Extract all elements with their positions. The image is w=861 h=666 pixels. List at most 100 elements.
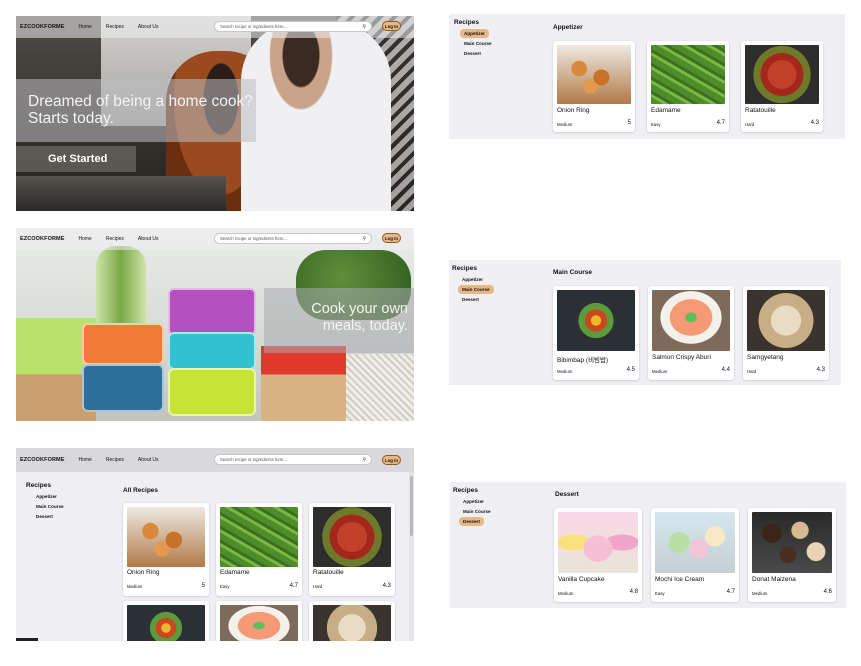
search-placeholder: Search recipe or ingredients here... xyxy=(220,24,288,29)
recipe-image xyxy=(558,512,638,573)
recipe-name: Onion Ring xyxy=(127,569,160,576)
recipe-name: Ratatouille xyxy=(745,107,776,114)
recipe-image xyxy=(127,507,205,567)
recipe-difficulty: Medium xyxy=(558,591,574,596)
recipe-card-samgyetang[interactable]: Samgyetang Hard 4.3 xyxy=(743,286,829,380)
nav-link-about[interactable]: About Us xyxy=(138,236,159,242)
section-title: Appetizer xyxy=(553,24,583,31)
recipe-card-samgyetang[interactable] xyxy=(309,601,395,641)
container-blue xyxy=(82,364,164,412)
stove xyxy=(16,176,226,211)
recipe-difficulty: Medium xyxy=(652,369,668,374)
recipe-name: Edamame xyxy=(651,107,681,114)
section-title: All Recipes xyxy=(123,487,159,494)
recipe-image xyxy=(752,512,832,573)
recipe-card-edamame[interactable]: Edamame Easy 4.7 xyxy=(647,41,729,132)
sidebar-item-dessert[interactable]: Dessert xyxy=(458,295,483,304)
recipe-name: Salmon Crispy Aburi xyxy=(652,354,711,361)
hero-headline: Cook your own meals, today. xyxy=(311,301,408,334)
recipe-image xyxy=(313,507,391,567)
login-button[interactable]: Log In xyxy=(382,233,401,243)
recipe-card-ratatouille[interactable]: Ratatouille Hard 4.3 xyxy=(309,503,395,596)
search-placeholder: Search recipe or ingredients here... xyxy=(220,236,288,241)
recipe-card-bibimbap[interactable] xyxy=(123,601,209,641)
recipe-name: Bibimbap (비빔밥) xyxy=(557,357,609,364)
brand-logo[interactable]: EZCOOKFORME xyxy=(20,24,65,30)
recipe-name: Onion Ring xyxy=(557,107,590,114)
mesh-bag xyxy=(346,354,414,421)
recipe-image xyxy=(652,290,730,351)
recipe-rating: 5 xyxy=(201,583,205,589)
container-orange xyxy=(82,323,164,365)
recipe-image xyxy=(127,605,205,641)
sidebar-item-main-course[interactable]: Main Course xyxy=(458,285,494,294)
recipe-rating: 4.4 xyxy=(721,367,730,373)
recipe-card-salmon-crispy-aburi[interactable] xyxy=(216,601,302,641)
recipe-card-bibimbap[interactable]: Bibimbap (비빔밥) Medium 4.5 xyxy=(553,286,639,380)
recipe-name: Vanilla Cupcake xyxy=(558,576,605,583)
nav-link-home[interactable]: Home xyxy=(79,24,92,30)
hero-screenshot-1: EZCOOKFORME Home Recipes About Us Search… xyxy=(16,16,414,211)
recipe-card-mochi-ice-cream[interactable]: Mochi Ice Cream Easy 4.7 xyxy=(651,508,739,602)
search-icon[interactable]: ⚲ xyxy=(362,457,366,463)
recipe-card-donat-maizena[interactable]: Donat Maizena Medium 4.6 xyxy=(748,508,836,602)
recipe-card-salmon-crispy-aburi[interactable]: Salmon Crispy Aburi Medium 4.4 xyxy=(648,286,734,380)
nav-link-home[interactable]: Home xyxy=(79,236,92,242)
status-strip xyxy=(16,638,38,641)
sidebar-item-appetizer[interactable]: Appetizer xyxy=(32,492,61,501)
nav-link-recipes[interactable]: Recipes xyxy=(106,236,124,242)
recipe-difficulty: Medium xyxy=(752,591,768,596)
get-started-button[interactable]: Get Started xyxy=(16,146,136,172)
sidebar-title: Recipes xyxy=(26,482,51,489)
sidebar-item-dessert[interactable]: Dessert xyxy=(460,49,485,58)
recipe-image xyxy=(220,605,298,641)
sidebar-item-main-course[interactable]: Main Course xyxy=(459,507,495,516)
section-title: Dessert xyxy=(555,491,579,498)
hero-headline: Dreamed of being a home cook? Starts tod… xyxy=(28,93,253,127)
scrollbar[interactable] xyxy=(409,472,414,641)
search-input[interactable]: Search recipe or ingredients here... ⚲ xyxy=(214,454,372,465)
recipe-card-ratatouille[interactable]: Ratatouille Hard 4.3 xyxy=(741,41,823,132)
scrollbar-thumb[interactable] xyxy=(410,476,413,536)
brand-logo[interactable]: EZCOOKFORME xyxy=(20,457,65,463)
search-icon[interactable]: ⚲ xyxy=(362,236,366,242)
recipe-image xyxy=(220,507,298,567)
container-purple xyxy=(168,288,256,336)
nav-link-about[interactable]: About Us xyxy=(138,24,159,30)
sidebar-item-appetizer[interactable]: Appetizer xyxy=(459,497,488,506)
sidebar-item-appetizer[interactable]: Appetizer xyxy=(460,29,489,38)
top-nav: EZCOOKFORME Home Recipes About Us Search… xyxy=(16,16,414,38)
recipe-name: Edamame xyxy=(220,569,250,576)
nav-link-recipes[interactable]: Recipes xyxy=(106,457,124,463)
search-icon[interactable]: ⚲ xyxy=(362,24,366,30)
search-input[interactable]: Search recipe or ingredients here... ⚲ xyxy=(214,21,372,32)
sidebar-item-appetizer[interactable]: Appetizer xyxy=(458,275,487,284)
search-placeholder: Search recipe or ingredients here... xyxy=(220,457,288,462)
sidebar-item-main-course[interactable]: Main Course xyxy=(460,39,496,48)
recipe-difficulty: Hard xyxy=(313,584,323,589)
sidebar-item-dessert[interactable]: Dessert xyxy=(32,512,57,521)
nav-link-recipes[interactable]: Recipes xyxy=(106,24,124,30)
brand-logo[interactable]: EZCOOKFORME xyxy=(20,236,65,242)
container-teal xyxy=(168,332,256,370)
recipe-card-vanilla-cupcake[interactable]: Vanilla Cupcake Medium 4.8 xyxy=(554,508,642,602)
recipe-difficulty: Medium xyxy=(127,584,143,589)
login-button[interactable]: Log In xyxy=(382,455,401,465)
recipe-image xyxy=(557,290,635,351)
sidebar-item-main-course[interactable]: Main Course xyxy=(32,502,68,511)
main-course-panel: Recipes Appetizer Main Course Dessert Ma… xyxy=(449,260,841,385)
recipe-card-onion-ring[interactable]: Onion Ring Medium 5 xyxy=(123,503,209,596)
recipes-sidebar: Recipes Appetizer Main Course Dessert xyxy=(452,265,494,305)
top-nav: EZCOOKFORME Home Recipes About Us Search… xyxy=(16,448,414,472)
nav-link-about[interactable]: About Us xyxy=(138,457,159,463)
recipe-card-onion-ring[interactable]: Onion Ring Medium 5 xyxy=(553,41,635,132)
recipe-card-edamame[interactable]: Edamame Easy 4.7 xyxy=(216,503,302,596)
section-title: Main Course xyxy=(553,269,593,276)
sidebar-item-dessert[interactable]: Dessert xyxy=(459,517,484,526)
search-input[interactable]: Search recipe or ingredients here... ⚲ xyxy=(214,233,372,244)
recipe-difficulty: Easy xyxy=(220,584,230,589)
sidebar-title: Recipes xyxy=(452,265,477,272)
appetizer-panel: Recipes Appetizer Main Course Dessert Ap… xyxy=(449,14,845,139)
login-button[interactable]: Log In xyxy=(382,21,401,31)
nav-link-home[interactable]: Home xyxy=(79,457,92,463)
